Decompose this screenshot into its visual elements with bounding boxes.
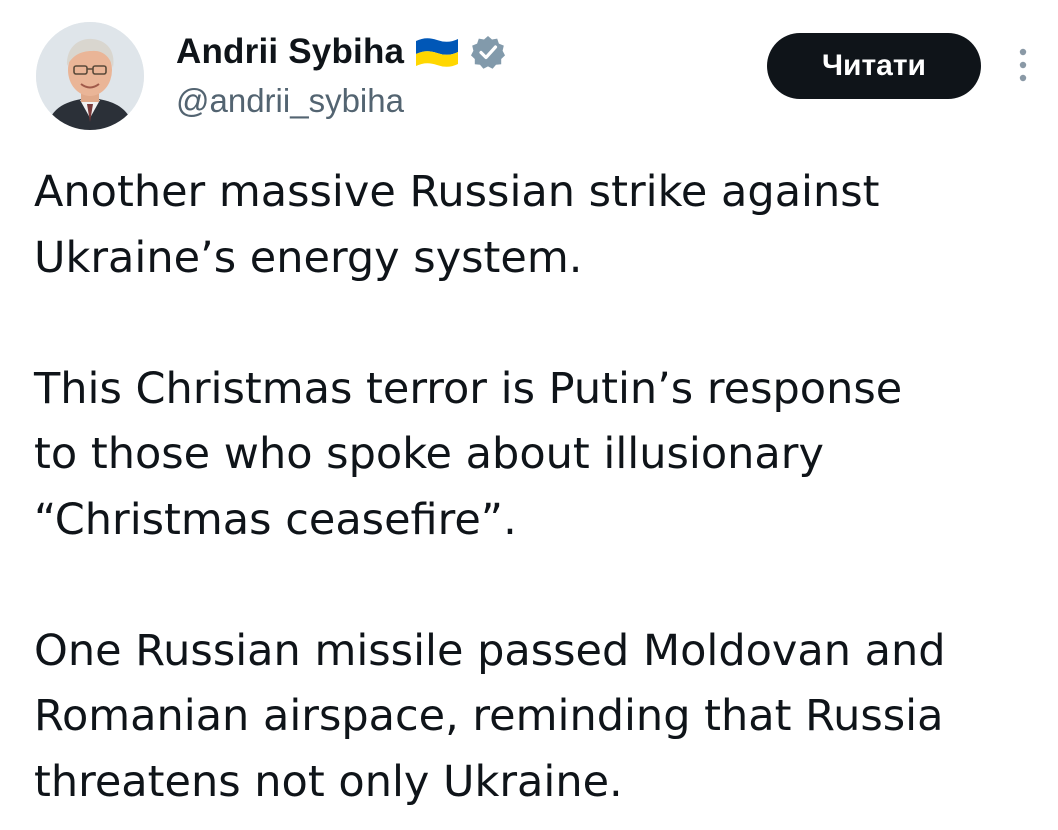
- tweet-line: Ukraine’s energy system.: [34, 232, 583, 283]
- ukraine-flag-icon: [414, 35, 460, 69]
- author-display-name[interactable]: Andrii Sybiha: [176, 32, 404, 72]
- follow-button[interactable]: Читати: [767, 33, 981, 99]
- author-name-row: Andrii Sybiha: [176, 30, 506, 74]
- tweet-paragraph: One Russian missile passed Moldovan and …: [34, 619, 1034, 816]
- more-vertical-icon[interactable]: [1010, 46, 1036, 86]
- tweet-line: threatens not only Ukraine.: [34, 756, 623, 807]
- tweet-card: Andrii Sybiha @andrii_sybiha Читати Anot…: [0, 0, 1058, 830]
- tweet-line: “Christmas ceasefire”.: [34, 494, 517, 545]
- avatar[interactable]: [36, 22, 144, 130]
- tweet-line: Another massive Russian strike against: [34, 167, 880, 217]
- avatar-photo: [36, 22, 144, 130]
- tweet-line: Romanian airspace, reminding that Russia: [34, 691, 944, 741]
- tweet-text: Another massive Russian strike against U…: [34, 160, 1034, 815]
- tweet-line: to those who spoke about illusionary: [34, 429, 824, 479]
- tweet-line: One Russian missile passed Moldovan and: [34, 625, 946, 676]
- tweet-paragraph: Another massive Russian strike against U…: [34, 160, 1034, 291]
- tweet-line: This Christmas terror is Putin’s respons…: [34, 363, 903, 414]
- author-handle[interactable]: @andrii_sybiha: [176, 82, 404, 120]
- tweet-paragraph: This Christmas terror is Putin’s respons…: [34, 357, 1034, 554]
- verified-icon: [470, 34, 506, 70]
